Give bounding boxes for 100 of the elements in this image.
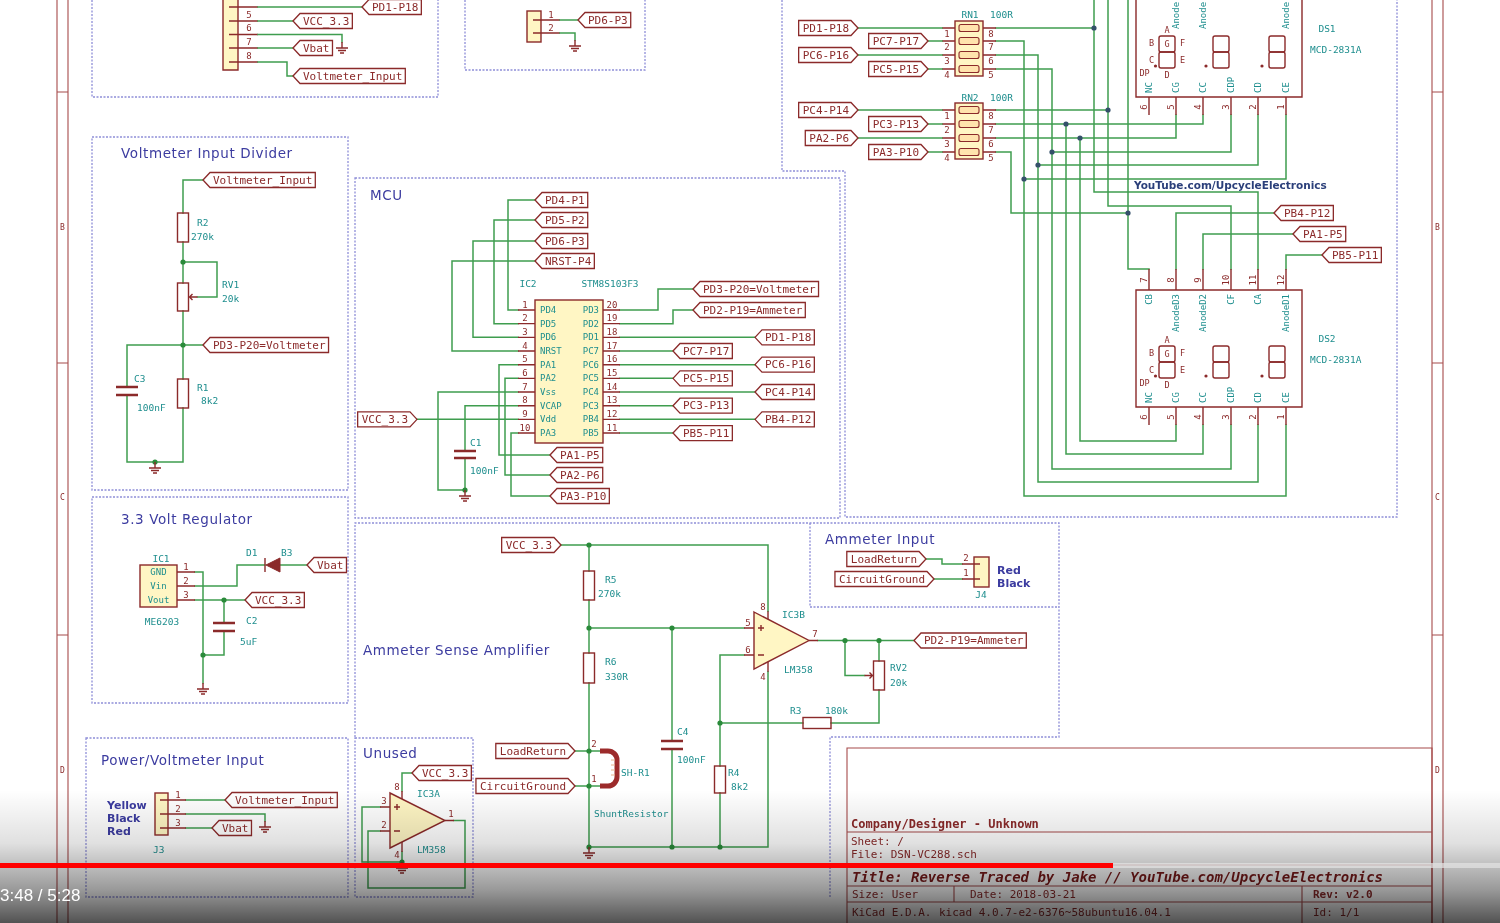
segment-letter: DP — [1139, 378, 1150, 388]
junction-dot-icon — [180, 342, 186, 348]
seven-segment-digit-icon — [1204, 345, 1230, 379]
component-reference: IC3B — [782, 608, 805, 620]
date-text: Date: 2018-03-21 — [970, 887, 1076, 901]
net-label: VCC_3.3 — [411, 764, 472, 782]
wire-color-note: Yellow — [107, 798, 147, 812]
ground-icon — [458, 489, 472, 502]
component-reference: C3 — [134, 372, 146, 384]
pin-number: 12 — [1276, 274, 1286, 286]
junction-dot-icon — [717, 720, 723, 726]
pin-number: 14 — [606, 381, 618, 392]
net-label: PA3-P10 — [549, 487, 610, 505]
pin-name: NC — [1144, 392, 1154, 403]
component-reference: R4 — [728, 766, 740, 778]
wire — [559, 32, 576, 41]
pin-number: 8 — [988, 29, 994, 39]
file-name-text: File: DSN-VC288.sch — [851, 847, 977, 861]
component-value: 8k2 — [731, 780, 749, 792]
pin-name: AnodeD3 — [1171, 294, 1181, 332]
progress-track[interactable] — [0, 863, 1500, 868]
wire — [185, 799, 226, 801]
pin-name: CE — [1281, 82, 1291, 93]
net-label: PA2-P6 — [804, 129, 859, 147]
pin-number: 8 — [246, 50, 252, 61]
component-reference: IC2 — [519, 277, 537, 289]
net-label: PB4-P12 — [754, 411, 815, 428]
component-reference: C2 — [246, 614, 258, 626]
pin-name: NC — [1144, 82, 1154, 93]
pin-name: Anode — [1198, 1, 1208, 29]
component-value: ME6203 — [144, 615, 180, 627]
component-reference: R1 — [197, 381, 209, 393]
pin-number: 17 — [606, 340, 618, 351]
pin-number: 3 — [381, 796, 387, 806]
sheet-id-text: Id: 1/1 — [1313, 905, 1360, 919]
pin-number: 13 — [606, 395, 618, 406]
ic-symbol — [139, 564, 196, 608]
net-label: VCC_3.3 — [501, 536, 562, 554]
wire — [933, 578, 963, 580]
pin-number: 6 — [246, 23, 252, 33]
pin-name: PB4 — [582, 414, 599, 425]
capacitor-symbol — [452, 449, 478, 460]
capacitor-symbol — [114, 385, 140, 397]
pin-number: 3 — [1221, 414, 1231, 420]
ground-icon — [335, 41, 349, 54]
potentiometer-symbol — [863, 660, 886, 691]
seven-segment-digit-icon — [1204, 35, 1230, 69]
pin-number: 1 — [944, 111, 950, 121]
pin-number: 8 — [394, 782, 400, 792]
potentiometer-symbol — [176, 282, 199, 312]
resistor-symbol — [582, 652, 596, 684]
net-label: LoadReturn — [846, 550, 927, 568]
component-value: B3 — [281, 546, 293, 558]
net-label: Vbat — [292, 39, 334, 57]
junction-dot-icon — [586, 783, 592, 789]
seven-segment-digit-icon — [1260, 35, 1286, 69]
pin-name: PD2 — [582, 318, 599, 329]
section-title: Unused — [363, 745, 418, 761]
border-row-letter: C — [60, 492, 65, 502]
segment-letter: B — [1148, 348, 1155, 358]
component-reference: R3 — [790, 704, 802, 716]
junction-dot-icon — [1049, 149, 1055, 155]
net-label: PD5-P2 — [534, 211, 589, 229]
pin-number: 8 — [522, 395, 528, 406]
component-value: ShuntResistor — [594, 807, 669, 819]
junction-dot-icon — [842, 637, 848, 644]
border-row-letter: D — [60, 765, 65, 775]
pin-number: 6 — [745, 645, 751, 655]
junction-dot-icon — [669, 844, 675, 850]
component-value: 5uF — [240, 635, 258, 647]
junction-dot-icon — [221, 597, 227, 603]
net-label: PD1-P18 — [754, 329, 815, 346]
component-reference: R6 — [605, 655, 617, 667]
pin-name: VCAP — [540, 400, 562, 411]
pin-number: 5 — [988, 70, 994, 80]
junction-dot-icon — [586, 748, 592, 754]
junction-dot-icon — [1105, 107, 1111, 113]
net-label: PC3-P13 — [868, 115, 929, 133]
net-label: PD3-P20=Voltmeter — [202, 336, 330, 354]
pin-number: 1 — [944, 29, 950, 39]
pin-number: 3 — [944, 56, 950, 66]
pin-number: 9 — [522, 408, 528, 419]
segment-letter: F — [1179, 348, 1186, 358]
connector-symbol — [154, 792, 187, 836]
net-label: PB5-P11 — [1321, 246, 1382, 264]
junction-dot-icon — [586, 844, 592, 850]
wire — [927, 151, 943, 153]
component-reference: R2 — [197, 216, 209, 228]
net-label: PD1-P18 — [798, 19, 859, 37]
pin-number: 1 — [591, 774, 597, 784]
pin-name: PA3 — [540, 428, 557, 439]
pin-number: 6 — [988, 139, 994, 149]
pin-number: 8 — [1166, 277, 1176, 283]
component-value: 270k — [191, 230, 214, 242]
resistor-symbol — [802, 716, 832, 730]
component-reference: IC1 — [152, 552, 170, 564]
component-value: 100R — [990, 91, 1013, 103]
pin-number: 2 — [522, 313, 528, 324]
pin-number: 4 — [944, 70, 950, 80]
title-text: Title: Reverse Traced by Jake // YouTube.com/UpcycleElectronics — [852, 869, 1383, 885]
